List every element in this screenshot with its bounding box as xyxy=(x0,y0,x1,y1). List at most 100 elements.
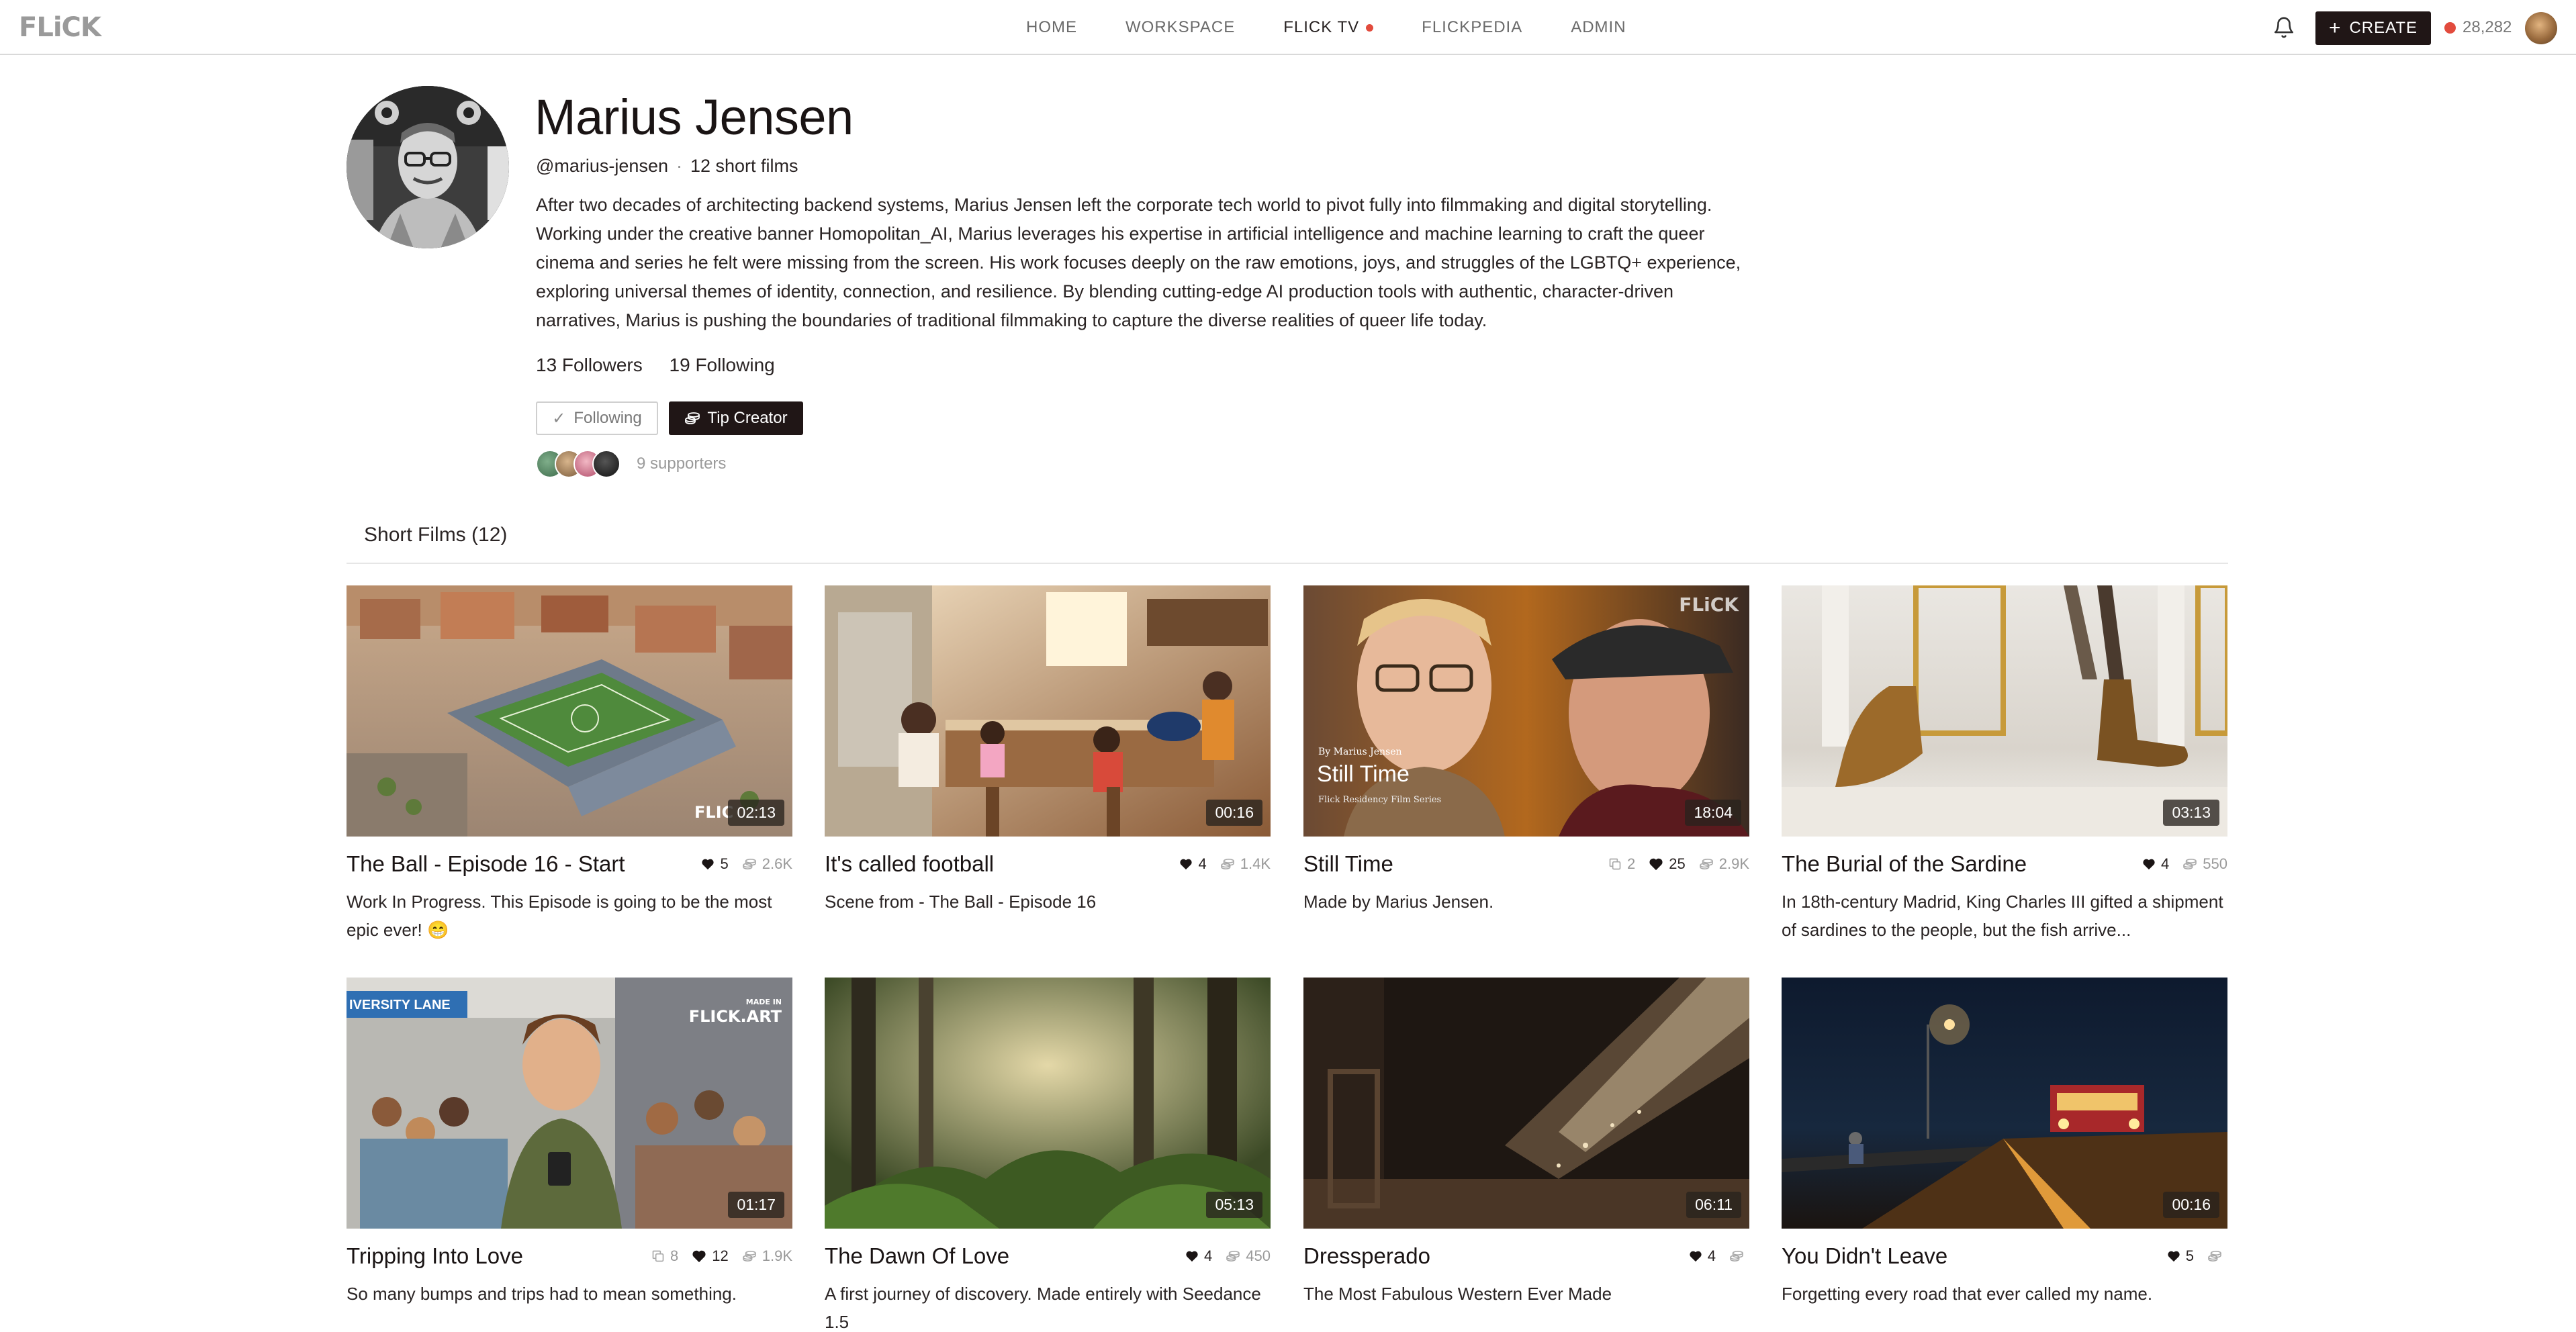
nav-admin[interactable]: ADMIN xyxy=(1571,18,1626,37)
likes-stat[interactable]: 4 xyxy=(1185,1247,1212,1265)
copies-count: 8 xyxy=(670,1247,679,1264)
short-films-heading[interactable]: Short Films (12) xyxy=(364,524,507,546)
duration-badge: 00:16 xyxy=(1206,800,1262,826)
credit-balance[interactable]: 28,282 xyxy=(2444,18,2512,37)
copies-count: 2 xyxy=(1627,855,1636,872)
coins-icon xyxy=(1730,1250,1743,1262)
nav-links: HOME WORKSPACE FLICK TV FLICKPEDIA ADMIN xyxy=(1026,0,1675,55)
film-stats: 4 xyxy=(1675,1247,1749,1265)
views-stat xyxy=(1729,1250,1749,1262)
film-title[interactable]: It's called football xyxy=(825,851,994,877)
heart-icon xyxy=(2168,1251,2180,1262)
film-title[interactable]: The Ball - Episode 16 - Start xyxy=(347,851,625,877)
views-stat: 1.9K xyxy=(742,1247,792,1265)
bell-icon[interactable] xyxy=(2272,16,2295,39)
duration-badge: 03:13 xyxy=(2163,800,2219,826)
film-description: Made by Marius Jensen. xyxy=(1303,892,1494,912)
copies-stat: 8 xyxy=(651,1247,678,1265)
flick-logo[interactable]: FLiCK xyxy=(19,12,101,43)
tip-creator-button[interactable]: Tip Creator xyxy=(669,401,803,435)
likes-count: 4 xyxy=(1198,855,1207,872)
coins-icon xyxy=(1226,1250,1240,1262)
coins-icon xyxy=(685,412,700,424)
film-thumbnail[interactable]: FLIC 02:13 xyxy=(347,585,792,837)
creator-meta: @marius-jensen · 12 short films xyxy=(536,156,798,177)
film-title[interactable]: Dressperado xyxy=(1303,1243,1430,1269)
nav-home[interactable]: HOME xyxy=(1026,18,1077,37)
heart-icon xyxy=(702,859,715,870)
watermark: FLiCK xyxy=(1679,593,1739,616)
film-thumbnail[interactable]: IVERSITY LANE MADE IN FLICK.ART 01:17 xyxy=(347,978,792,1229)
coins-icon xyxy=(742,858,756,870)
film-card[interactable]: FLIC 02:13 The Ball - Episode 16 - Start… xyxy=(347,585,792,944)
likes-stat[interactable]: 4 xyxy=(2142,855,2169,873)
followers-count[interactable]: 13 Followers xyxy=(536,354,643,375)
views-stat: 2.6K xyxy=(742,855,792,873)
likes-count: 5 xyxy=(720,855,729,872)
views-stat: 550 xyxy=(2182,855,2227,873)
film-thumbnail[interactable]: 03:13 xyxy=(1782,585,2227,837)
station-sign: IVERSITY LANE xyxy=(349,998,451,1012)
film-title[interactable]: You Didn't Leave xyxy=(1782,1243,1947,1269)
likes-stat[interactable]: 4 xyxy=(1689,1247,1716,1265)
coins-icon xyxy=(2183,858,2197,870)
following-count[interactable]: 19 Following xyxy=(670,354,775,375)
likes-stat[interactable]: 5 xyxy=(2167,1247,2194,1265)
check-icon: ✓ xyxy=(552,409,566,428)
views-count: 550 xyxy=(2203,855,2227,872)
likes-count: 12 xyxy=(712,1247,729,1264)
film-card[interactable]: 03:13 The Burial of the Sardine 4 550 In… xyxy=(1782,585,2227,944)
likes-stat[interactable]: 5 xyxy=(701,855,729,873)
nav-flickpedia[interactable]: FLICKPEDIA xyxy=(1422,18,1522,37)
film-title[interactable]: The Dawn Of Love xyxy=(825,1243,1009,1269)
active-dot xyxy=(1366,23,1374,32)
likes-stat[interactable]: 12 xyxy=(692,1247,729,1265)
film-thumbnail[interactable]: FLiCK By Marius Jensen Still Time Flick … xyxy=(1303,585,1749,837)
duration-badge: 06:11 xyxy=(1686,1192,1741,1218)
film-description: Work In Progress. This Episode is going … xyxy=(347,892,772,940)
film-thumbnail[interactable]: 05:13 xyxy=(825,978,1271,1229)
film-description: Scene from - The Ball - Episode 16 xyxy=(825,892,1097,912)
views-count: 2.6K xyxy=(762,855,792,872)
views-count: 450 xyxy=(1246,1247,1271,1264)
film-title[interactable]: The Burial of the Sardine xyxy=(1782,851,2027,877)
views-stat: 2.9K xyxy=(1699,855,1749,873)
create-button[interactable]: + CREATE xyxy=(2315,11,2431,45)
film-card[interactable]: 00:16 You Didn't Leave 5 Forgetting ever… xyxy=(1782,978,2227,1308)
film-card[interactable]: 06:11 Dressperado 4 The Most Fabulous We… xyxy=(1303,978,1749,1308)
film-card[interactable]: 05:13 The Dawn Of Love 4 450 A first jou… xyxy=(825,978,1271,1332)
nav-workspace[interactable]: WORKSPACE xyxy=(1125,18,1235,37)
film-stats: 5 xyxy=(2154,1247,2227,1265)
film-card[interactable]: 00:16 It's called football 4 1.4K Scene … xyxy=(825,585,1271,916)
film-stats: 4 1.4K xyxy=(1166,855,1271,873)
likes-stat[interactable]: 4 xyxy=(1179,855,1207,873)
heart-icon xyxy=(1649,858,1663,871)
film-stats: 5 2.6K xyxy=(688,855,792,873)
film-card[interactable]: IVERSITY LANE MADE IN FLICK.ART 01:17 Tr… xyxy=(347,978,792,1308)
film-title[interactable]: Tripping Into Love xyxy=(347,1243,523,1269)
create-label: CREATE xyxy=(2349,19,2418,37)
film-description: The Most Fabulous Western Ever Made xyxy=(1303,1284,1612,1304)
credit-amount: 28,282 xyxy=(2463,18,2512,36)
tip-creator-label: Tip Creator xyxy=(707,409,788,427)
user-avatar[interactable] xyxy=(2525,12,2557,44)
coins-icon xyxy=(2208,1250,2221,1262)
film-thumbnail[interactable]: 06:11 xyxy=(1303,978,1749,1229)
film-thumbnail[interactable]: 00:16 xyxy=(825,585,1271,837)
supporters-row[interactable]: 9 supporters xyxy=(536,448,726,479)
duration-badge: 02:13 xyxy=(728,800,784,826)
credit-dot-icon xyxy=(2444,21,2456,34)
likes-count: 25 xyxy=(1669,855,1686,872)
views-stat: 450 xyxy=(1226,1247,1271,1265)
copy-icon xyxy=(652,1250,664,1262)
follow-stats: 13 Followers 19 Following xyxy=(536,354,796,376)
film-title[interactable]: Still Time xyxy=(1303,851,1393,877)
following-button[interactable]: ✓ Following xyxy=(536,401,658,435)
film-card[interactable]: FLiCK By Marius Jensen Still Time Flick … xyxy=(1303,585,1749,916)
film-thumbnail[interactable]: 00:16 xyxy=(1782,978,2227,1229)
likes-stat[interactable]: 25 xyxy=(1649,855,1686,873)
coins-icon xyxy=(742,1250,756,1262)
film-description: So many bumps and trips had to mean some… xyxy=(347,1284,737,1304)
nav-flick-tv[interactable]: FLICK TV xyxy=(1283,18,1374,37)
duration-badge: 00:16 xyxy=(2163,1192,2219,1218)
